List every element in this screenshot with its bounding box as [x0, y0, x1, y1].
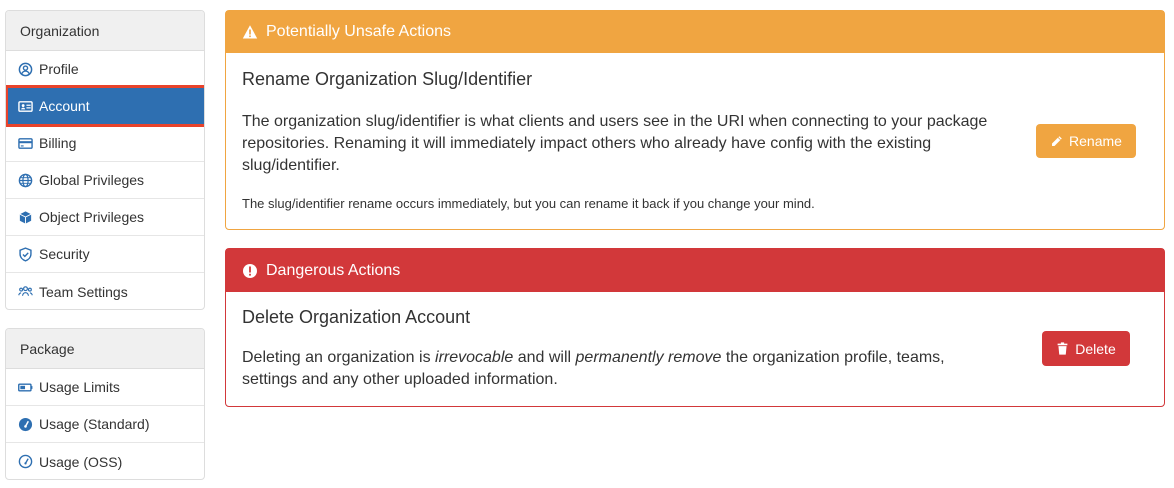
delete-button[interactable]: Delete	[1042, 331, 1130, 366]
sidebar-item-label: Global Privileges	[39, 172, 145, 188]
tachometer-outline-icon	[16, 453, 34, 471]
rename-slug-description: The organization slug/identifier is what…	[242, 113, 988, 174]
sidebar-item-profile[interactable]: Profile	[6, 51, 204, 88]
dangerous-actions-header-label: Dangerous Actions	[266, 261, 401, 279]
delete-desc-permanently-remove: permanently remove	[575, 349, 722, 366]
delete-org-title: Delete Organization Account	[242, 307, 471, 327]
sidebar-item-usage-limits[interactable]: Usage Limits	[6, 369, 204, 406]
sidebar-item-global-privileges[interactable]: Global Privileges	[6, 162, 204, 199]
battery-icon	[16, 378, 34, 396]
delete-desc-irrevocable: irrevocable	[435, 349, 514, 366]
rename-button-label: Rename	[1069, 133, 1122, 149]
delete-button-label: Delete	[1075, 340, 1116, 357]
unsafe-actions-card: Potentially Unsafe Actions Rename Organi…	[225, 10, 1165, 230]
sidebar-item-account[interactable]: Account	[6, 85, 204, 127]
sidebar-item-label: Profile	[39, 61, 79, 77]
exclamation-circle-icon	[242, 263, 258, 279]
sidebar-item-label: Usage (OSS)	[39, 453, 123, 470]
sidebar-item-label: Team Settings	[39, 283, 128, 300]
pencil-icon	[1050, 135, 1063, 148]
unsafe-actions-header: Potentially Unsafe Actions	[226, 11, 1164, 53]
organization-panel-header: Organization	[6, 11, 204, 51]
dangerous-actions-card: Dangerous Actions Delete Organization Ac…	[225, 248, 1165, 407]
sidebar-item-label: Billing	[39, 135, 77, 151]
delete-desc-text-1: Deleting an organization is	[242, 349, 436, 366]
dangerous-actions-header: Dangerous Actions	[226, 249, 1164, 292]
sidebar-item-object-privileges[interactable]: Object Privileges	[6, 199, 204, 236]
package-panel-header: Package	[6, 329, 204, 369]
credit-card-icon	[16, 134, 34, 152]
sidebar-item-label: Object Privileges	[39, 209, 145, 225]
rename-slug-title: Rename Organization Slug/Identifier	[242, 69, 533, 89]
rename-button[interactable]: Rename	[1036, 124, 1136, 158]
users-icon	[16, 283, 34, 301]
sidebar-item-security[interactable]: Security	[6, 236, 204, 273]
unsafe-actions-header-label: Potentially Unsafe Actions	[266, 23, 451, 40]
sidebar-item-usage-standard[interactable]: Usage (Standard)	[6, 406, 204, 443]
globe-icon	[16, 171, 34, 189]
id-card-icon	[16, 97, 34, 115]
sidebar-item-label: Security	[39, 246, 90, 262]
sidebar-item-billing[interactable]: Billing	[6, 125, 204, 162]
organization-panel: Organization Profile Account Billing Glo…	[5, 10, 205, 310]
sidebar-item-label: Account	[39, 98, 90, 114]
tachometer-icon	[16, 415, 34, 433]
warning-triangle-icon	[242, 24, 258, 40]
sidebar-item-label: Usage (Standard)	[39, 416, 150, 432]
sidebar-item-usage-oss[interactable]: Usage (OSS)	[6, 443, 204, 479]
trash-icon	[1056, 342, 1069, 355]
rename-slug-note: The slug/identifier rename occurs immedi…	[242, 196, 815, 211]
cube-icon	[16, 208, 34, 226]
delete-desc-text-2: and will	[513, 349, 576, 366]
delete-org-description: Deleting an organization is irrevocable …	[242, 347, 962, 391]
shield-icon	[16, 245, 34, 263]
user-circle-icon	[16, 60, 34, 78]
sidebar-item-team-settings[interactable]: Team Settings	[6, 273, 204, 309]
package-panel: Package Usage Limits Usage (Standard) Us…	[5, 328, 205, 480]
sidebar-item-label: Usage Limits	[39, 379, 120, 395]
